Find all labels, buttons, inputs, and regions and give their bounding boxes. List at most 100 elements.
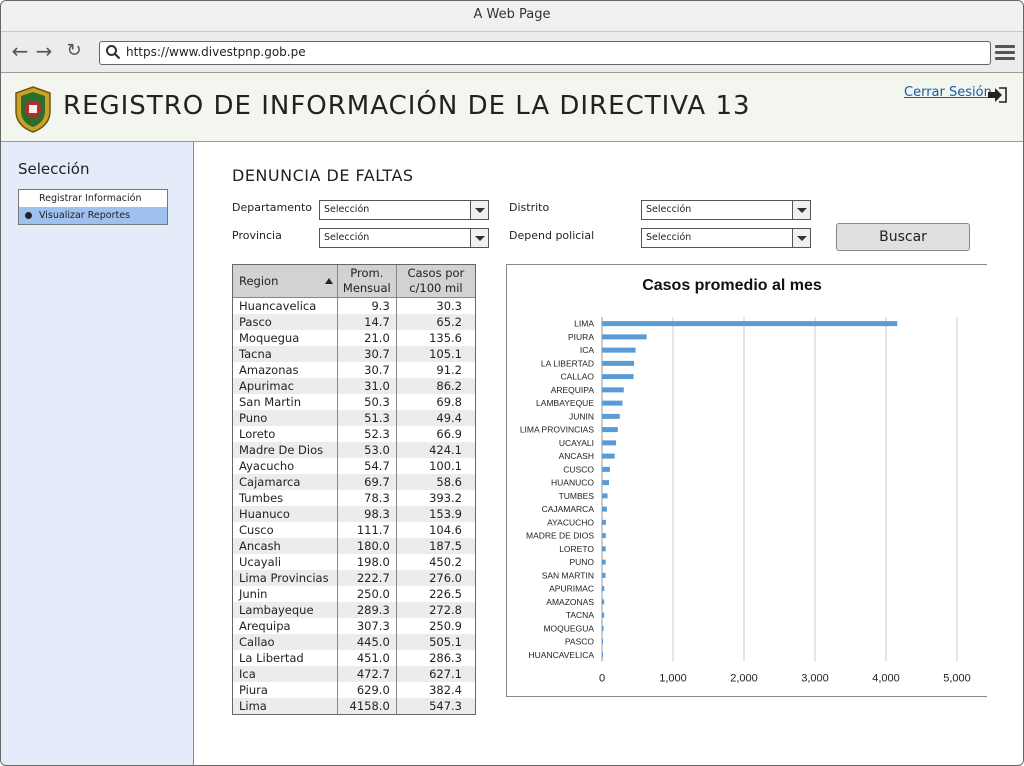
casos-cell: 393.2 <box>429 491 462 505</box>
category-label: JUNIN <box>569 411 594 421</box>
prom-mensual-cell: 51.3 <box>337 410 397 426</box>
depend-policial-value: Selección <box>646 232 692 243</box>
police-emblem-logo <box>15 86 51 133</box>
casos-cell: 69.8 <box>436 395 462 409</box>
region-cell: Puno <box>233 410 338 426</box>
chevron-down-icon <box>470 201 488 219</box>
table-row: Huanuco 98.3 153.9 <box>233 506 475 522</box>
region-cell: Cusco <box>233 522 338 538</box>
table-row: Lima 4158.0 547.3 <box>233 698 475 714</box>
bar <box>602 639 604 645</box>
sidebar-title: Selección <box>18 160 90 178</box>
casos-cell: 153.9 <box>396 506 475 522</box>
region-cell: Junin <box>233 586 338 602</box>
casos-cell: 105.1 <box>396 346 475 362</box>
sort-ascending-icon[interactable] <box>324 278 333 284</box>
region-cell: Ucayali <box>233 554 338 570</box>
category-label: LORETO <box>559 544 594 554</box>
distrito-select[interactable]: Selección <box>641 200 811 220</box>
column-header-casos: Casos por c/100 mil <box>396 265 475 298</box>
sidebar: Selección Registrar Información Visualiz… <box>1 142 194 765</box>
category-label: PUNO <box>569 557 594 567</box>
provincia-label: Provincia <box>232 229 282 242</box>
provincia-select[interactable]: Selección <box>319 228 489 248</box>
table-row: Huancavelica 9.3 30.3 <box>233 297 475 314</box>
prom-mensual-cell: 250.0 <box>337 586 397 602</box>
casos-cell: 272.8 <box>396 602 475 618</box>
departamento-label: Departamento <box>232 201 313 214</box>
category-label: AMAZONAS <box>546 597 594 607</box>
browser-toolbar: ← → ↻ <box>1 32 1023 73</box>
table-row: Cajamarca 69.7 58.6 <box>233 474 475 490</box>
column-header-region[interactable]: Region <box>233 265 338 298</box>
bar <box>602 413 620 419</box>
back-arrow-icon[interactable]: ← <box>9 40 31 62</box>
table-row: Junin 250.0 226.5 <box>233 586 475 602</box>
casos-cell: 286.3 <box>429 651 462 665</box>
prom-mensual-cell: 50.3 <box>337 394 397 410</box>
app-header: REGISTRO DE INFORMACIÓN DE LA DIRECTIVA … <box>1 73 1023 142</box>
category-label: MOQUEGUA <box>543 623 594 633</box>
logout-icon[interactable] <box>987 85 1009 105</box>
main-content: DENUNCIA DE FALTAS Departamento Selecció… <box>194 142 1023 765</box>
url-input[interactable] <box>126 43 976 61</box>
logout-link[interactable]: Cerrar Sesión <box>904 85 992 100</box>
prom-mensual-cell: 9.3 <box>337 297 397 314</box>
reload-icon[interactable]: ↻ <box>63 40 85 62</box>
prom-mensual-cell: 180.0 <box>337 538 397 554</box>
prom-mensual-cell: 307.3 <box>337 618 397 634</box>
sidebar-item-visualizar[interactable]: Visualizar Reportes <box>19 207 167 224</box>
category-label: LA LIBERTAD <box>541 358 594 368</box>
category-label: ANCASH <box>559 451 594 461</box>
region-cell: Huanuco <box>233 506 338 522</box>
bar <box>602 625 604 631</box>
forward-arrow-icon[interactable]: → <box>33 40 55 62</box>
casos-cell: 226.5 <box>429 587 462 601</box>
search-button[interactable]: Buscar <box>836 223 970 251</box>
column-header-label: Region <box>239 273 279 288</box>
departamento-value: Selección <box>324 204 370 215</box>
search-icon <box>106 45 121 60</box>
category-label: APURIMAC <box>549 584 594 594</box>
casos-cell: 66.9 <box>436 427 462 441</box>
region-cell: Piura <box>233 682 338 698</box>
region-cell: Tumbes <box>233 490 338 506</box>
category-label: TUMBES <box>559 491 595 501</box>
depend-policial-label: Depend policial <box>509 229 595 242</box>
sidebar-item-registrar[interactable]: Registrar Información <box>19 190 167 207</box>
region-cell: Lima Provincias <box>233 570 338 586</box>
table-row: Ucayali 198.0 450.2 <box>233 554 475 570</box>
casos-cell: 49.4 <box>396 410 475 426</box>
departamento-select[interactable]: Selección <box>319 200 489 220</box>
region-cell: Cajamarca <box>233 474 338 490</box>
browser-window: A Web Page ← → ↻ REGISTRO DE INFORMACIÓN… <box>0 0 1024 766</box>
menu-icon[interactable] <box>995 42 1015 62</box>
chevron-down-icon <box>792 201 810 219</box>
x-tick-label: 0 <box>599 673 605 685</box>
prom-mensual-cell: 69.7 <box>337 474 397 490</box>
region-cell: Madre De Dios <box>233 442 338 458</box>
prom-mensual-cell: 451.0 <box>337 650 397 666</box>
table-row: Callao 445.0 505.1 <box>233 634 475 650</box>
depend-policial-select[interactable]: Selección <box>641 228 811 248</box>
category-label: ICA <box>580 345 595 355</box>
region-cell: San Martin <box>233 394 338 410</box>
region-cell: La Libertad <box>233 650 338 666</box>
category-label: CUSCO <box>563 464 594 474</box>
category-label: TACNA <box>566 610 595 620</box>
bar <box>602 519 606 525</box>
bar <box>602 347 636 353</box>
category-label: PIURA <box>568 332 594 342</box>
casos-cell: 104.6 <box>429 523 462 537</box>
category-label: LIMA PROVINCIAS <box>520 425 594 435</box>
bar <box>602 440 617 446</box>
category-label: AREQUIPA <box>551 385 595 395</box>
table-row: Ancash 180.0 187.5 <box>233 538 475 554</box>
x-tick-label: 3,000 <box>801 673 829 685</box>
region-cell: Ayacucho <box>233 458 338 474</box>
table-row: Tacna 30.7 105.1 <box>233 346 475 362</box>
bar <box>602 506 607 512</box>
address-bar[interactable] <box>99 41 991 65</box>
bar-chart: Casos promedio al mes 0 1,000 2,000 3,000 4,… <box>506 264 987 697</box>
table-row: Tumbes 78.3 393.2 <box>233 490 475 506</box>
